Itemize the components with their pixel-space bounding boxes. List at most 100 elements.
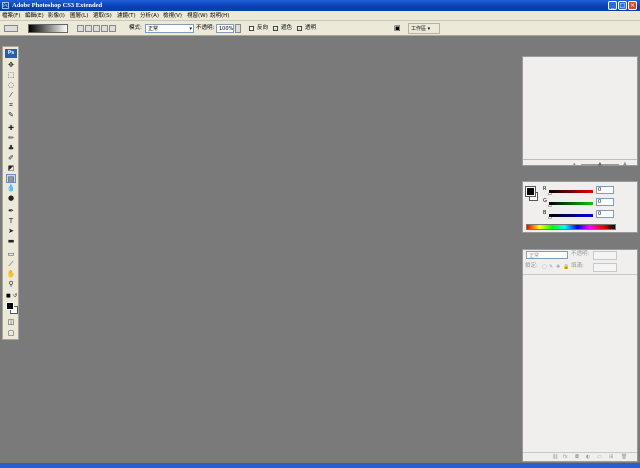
mode-select[interactable]: 正常 ▾: [145, 24, 194, 33]
lock-transparent-icon[interactable]: ▢: [542, 264, 547, 270]
new-layer-icon[interactable]: ⊞: [609, 454, 613, 460]
zoom-tool-icon[interactable]: ⚲: [6, 280, 16, 289]
default-colors-icon[interactable]: ■: [6, 293, 11, 299]
adjustment-layer-icon[interactable]: ◐: [586, 454, 590, 460]
close-button[interactable]: ×: [628, 1, 637, 10]
menu-layer[interactable]: 圖層(L): [70, 11, 88, 21]
layer-style-icon[interactable]: fx: [563, 454, 568, 460]
zoom-slider-thumb[interactable]: ▲: [598, 161, 602, 167]
reverse-label: 反向: [257, 25, 269, 31]
zoom-out-icon[interactable]: ▴: [573, 161, 576, 167]
new-group-icon[interactable]: ▭: [597, 454, 602, 460]
eraser-tool-icon[interactable]: ◩: [6, 164, 16, 173]
dither-checkbox[interactable]: ✓: [273, 26, 278, 31]
link-layers-icon[interactable]: ⛓: [552, 454, 558, 460]
blur-tool-icon[interactable]: 💧: [6, 184, 16, 193]
palette-well-icon[interactable]: ▣: [394, 24, 406, 33]
workspace-button[interactable]: 工作區 ▾: [408, 23, 440, 34]
clone-stamp-tool-icon[interactable]: ♣: [6, 144, 16, 153]
path-selection-tool-icon[interactable]: ➤: [6, 227, 16, 236]
layer-opacity-input[interactable]: [593, 251, 617, 260]
lock-image-icon[interactable]: ✎: [549, 264, 553, 270]
document-workspace[interactable]: [20, 37, 520, 463]
ps-badge[interactable]: Ps: [5, 49, 17, 58]
menu-filter[interactable]: 濾鏡(T): [117, 11, 136, 21]
green-slider-thumb[interactable]: △: [548, 202, 552, 208]
healing-brush-tool-icon[interactable]: ✚: [6, 124, 16, 133]
color-foreground-swatch[interactable]: [525, 186, 536, 197]
foreground-color-swatch[interactable]: [6, 302, 14, 310]
reverse-checkbox[interactable]: [249, 26, 254, 31]
red-slider-thumb[interactable]: △: [548, 190, 552, 196]
screen-mode-icon[interactable]: ▢: [6, 329, 16, 338]
angle-gradient-button[interactable]: [93, 25, 100, 32]
pen-tool-icon[interactable]: ✒: [6, 207, 16, 216]
notes-tool-icon[interactable]: ▭: [6, 250, 16, 259]
red-slider[interactable]: [549, 190, 593, 193]
mode-select-value: 正常: [148, 26, 159, 32]
opacity-input[interactable]: 100%: [216, 24, 234, 33]
layer-blend-mode-select[interactable]: 正常: [526, 251, 568, 259]
mode-label: 模式:: [129, 25, 142, 31]
red-value-input[interactable]: 0: [596, 186, 614, 194]
tool-preset-picker[interactable]: [4, 25, 18, 32]
dither-label: 遞色: [281, 25, 293, 31]
menu-window[interactable]: 視窗(W): [187, 11, 208, 21]
lock-position-icon[interactable]: ✚: [556, 264, 560, 270]
maximize-button[interactable]: □: [618, 1, 627, 10]
marquee-tool-icon[interactable]: ⬚: [6, 71, 16, 80]
navigator-divider: [523, 159, 637, 160]
history-brush-tool-icon[interactable]: ✐: [6, 154, 16, 163]
opacity-slider-toggle[interactable]: [235, 24, 241, 33]
layer-fill-input[interactable]: [593, 263, 617, 272]
menu-file[interactable]: 檔案(F): [2, 11, 20, 21]
eyedropper-tool-icon[interactable]: ⟋: [6, 260, 16, 269]
title-bar: Ps Adobe Photoshop CS3 Extended _ □ ×: [0, 0, 640, 11]
blue-slider-thumb[interactable]: △: [548, 214, 552, 220]
color-panel: R △ 0 G △ 0 B △ 0: [522, 181, 638, 233]
lasso-tool-icon[interactable]: ◌: [6, 81, 16, 90]
green-value-input[interactable]: 0: [596, 198, 614, 206]
gradient-picker[interactable]: [28, 24, 68, 33]
minimize-button[interactable]: _: [608, 1, 617, 10]
menu-analysis[interactable]: 分析(A): [140, 11, 159, 21]
quick-mask-icon[interactable]: ◫: [6, 318, 16, 327]
dodge-tool-icon[interactable]: ●: [6, 194, 16, 203]
blue-value-input[interactable]: 0: [596, 210, 614, 218]
taskbar-strip: [0, 463, 640, 468]
crop-tool-icon[interactable]: ⌗: [6, 101, 16, 110]
delete-layer-icon[interactable]: 🗑: [621, 454, 627, 460]
menu-bar: 檔案(F) 編輯(E) 影像(I) 圖層(L) 選取(S) 濾鏡(T) 分析(A…: [0, 11, 640, 21]
reflected-gradient-button[interactable]: [101, 25, 108, 32]
menu-image[interactable]: 影像(I): [48, 11, 65, 21]
menu-edit[interactable]: 編輯(E): [25, 11, 44, 21]
navigator-panel: ▴ ▲ ▲: [522, 56, 638, 167]
color-spectrum-ramp[interactable]: [526, 224, 616, 230]
green-slider[interactable]: [549, 202, 593, 205]
zoom-in-icon[interactable]: ▲: [623, 161, 627, 167]
menu-view[interactable]: 檢視(V): [163, 11, 182, 21]
slice-tool-icon[interactable]: ✎: [6, 111, 16, 120]
brush-tool-icon[interactable]: ✏: [6, 134, 16, 143]
rectangle-tool-icon[interactable]: ▬: [6, 237, 16, 246]
magic-wand-tool-icon[interactable]: ⁄: [6, 91, 16, 100]
move-tool-icon[interactable]: ✥: [6, 61, 16, 70]
menu-help[interactable]: 說明(H): [210, 11, 229, 21]
transparency-checkbox[interactable]: ✓: [297, 26, 302, 31]
swap-colors-icon[interactable]: ↺: [13, 293, 17, 299]
lock-all-icon[interactable]: 🔒: [563, 264, 569, 270]
layers-footer-divider: [523, 452, 637, 453]
linear-gradient-button[interactable]: [77, 25, 84, 32]
layers-panel: 正常 不透明: 鎖定: ▢ ✎ ✚ 🔒 填滿: ⛓ fx ◘ ◐ ▭ ⊞ 🗑: [522, 249, 638, 462]
menu-select[interactable]: 選取(S): [93, 11, 112, 21]
layers-list[interactable]: [523, 275, 637, 451]
blue-slider[interactable]: [549, 214, 593, 217]
opacity-label: 不透明:: [196, 25, 215, 31]
layer-mask-icon[interactable]: ◘: [575, 454, 579, 460]
diamond-gradient-button[interactable]: [109, 25, 116, 32]
hand-tool-icon[interactable]: ✋: [6, 270, 16, 279]
radial-gradient-button[interactable]: [85, 25, 92, 32]
options-bar: 模式: 正常 ▾ 不透明: 100% 反向 ✓ 遞色 ✓ 透明 ▣ 工作區 ▾: [0, 21, 640, 36]
type-tool-icon[interactable]: T: [6, 217, 16, 226]
gradient-tool-icon[interactable]: ▤: [6, 174, 16, 183]
